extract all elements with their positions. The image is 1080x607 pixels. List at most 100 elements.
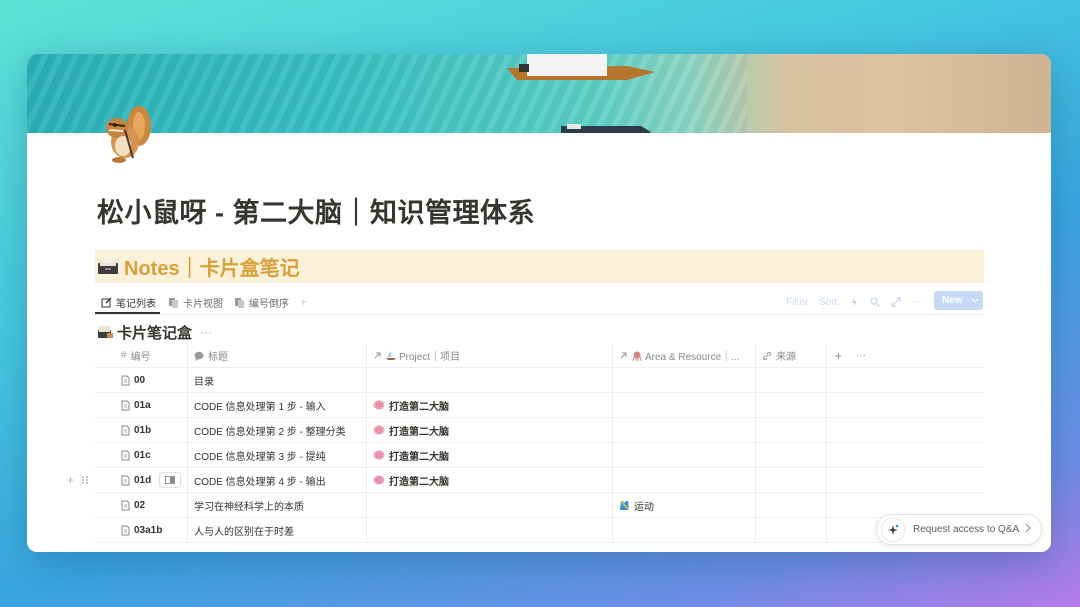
- side-peek-icon: [165, 476, 176, 484]
- row-number-cell[interactable]: 02: [117, 493, 188, 517]
- relation-arrow-icon: [374, 352, 381, 359]
- octopus-icon: [632, 351, 642, 361]
- project-tag[interactable]: 打造第二大脑: [373, 398, 449, 413]
- row-area-cell[interactable]: [613, 393, 756, 417]
- row-area-cell[interactable]: [613, 443, 756, 467]
- column-more-icon[interactable]: ···: [856, 350, 866, 361]
- row-project-cell[interactable]: 打造第二大脑: [367, 393, 613, 417]
- row-project-cell[interactable]: [367, 518, 613, 542]
- row-title-cell[interactable]: 学习在神经科学上的本质: [188, 493, 367, 517]
- callout-block[interactable]: Notes｜卡片盒笔记: [95, 250, 984, 283]
- page-icon: [121, 475, 130, 485]
- table-header: # 编号 标题 Project｜项目 Area & Resource｜... 来…: [95, 344, 984, 368]
- brain-icon: [373, 475, 385, 485]
- sailboat-icon: [386, 351, 396, 360]
- row-project-cell[interactable]: 打造第二大脑: [367, 418, 613, 442]
- new-button[interactable]: New: [934, 291, 983, 310]
- table-row[interactable]: 01a CODE 信息处理第 1 步 - 输入 打造第二大脑: [95, 393, 984, 418]
- table-row[interactable]: 00 目录: [95, 368, 984, 393]
- row-number-cell[interactable]: 01d: [117, 468, 188, 492]
- project-tag[interactable]: 打造第二大脑: [373, 448, 449, 463]
- row-number: 01c: [134, 449, 151, 461]
- chipmunk-icon[interactable]: [95, 104, 155, 164]
- column-label: 来源: [776, 352, 796, 363]
- table-row[interactable]: 02 学习在神经科学上的本质 运动: [95, 493, 984, 518]
- row-title-cell[interactable]: CODE 信息处理第 4 步 - 输出: [188, 468, 367, 492]
- add-row-icon[interactable]: +: [67, 473, 74, 487]
- column-header-source[interactable]: 来源: [756, 344, 827, 367]
- row-number-cell[interactable]: 01b: [117, 418, 188, 442]
- tab-label: 编号倒序: [249, 298, 289, 310]
- row-project-cell[interactable]: 打造第二大脑: [367, 443, 613, 467]
- tab-card-view[interactable]: 卡片视图: [168, 290, 223, 314]
- table-row-hovered[interactable]: + 01d CODE 信息处理第 4 步 - 输出 打造第二大脑: [67, 468, 984, 493]
- row-source-cell[interactable]: [756, 368, 827, 392]
- row-area-cell[interactable]: 运动: [613, 493, 756, 517]
- column-header-number[interactable]: # 编号: [117, 344, 188, 367]
- row-handle[interactable]: +: [67, 468, 89, 492]
- column-header-title[interactable]: 标题: [188, 344, 367, 367]
- row-number-cell[interactable]: 01c: [117, 443, 188, 467]
- row-area-cell[interactable]: [613, 518, 756, 542]
- row-source-cell[interactable]: [756, 493, 827, 517]
- row-source-cell[interactable]: [756, 443, 827, 467]
- area-tag-label: 运动: [634, 501, 654, 513]
- tab-note-list[interactable]: 笔记列表: [101, 290, 156, 314]
- row-title-cell[interactable]: 目录: [188, 368, 367, 392]
- search-icon[interactable]: [870, 290, 880, 314]
- tabs-divider: [95, 314, 984, 315]
- more-options-icon[interactable]: ···: [913, 290, 924, 314]
- project-tag[interactable]: 打造第二大脑: [373, 473, 449, 488]
- filter-button[interactable]: Filter: [786, 290, 808, 314]
- sparkle-icon: [881, 517, 905, 542]
- open-page-button[interactable]: [159, 472, 182, 488]
- page-cover-image[interactable]: [27, 54, 1051, 133]
- project-tag[interactable]: 打造第二大脑: [373, 423, 449, 438]
- column-header-project[interactable]: Project｜项目: [367, 344, 613, 367]
- row-source-cell[interactable]: [756, 518, 827, 542]
- row-title-cell[interactable]: CODE 信息处理第 2 步 - 整理分类: [188, 418, 367, 442]
- card-file-box-icon: [98, 258, 118, 274]
- link-icon: [762, 351, 772, 360]
- page-title[interactable]: 松小鼠呀 - 第二大脑｜知识管理体系: [97, 191, 535, 230]
- row-area-cell[interactable]: [613, 368, 756, 392]
- column-header-area[interactable]: Area & Resource｜...: [613, 344, 756, 367]
- row-area-cell[interactable]: [613, 468, 756, 492]
- row-project-cell[interactable]: [367, 368, 613, 392]
- table-row[interactable]: 03a1b 人与人的区别在于时差: [95, 518, 984, 543]
- row-number: 01d: [134, 474, 152, 486]
- row-number-cell[interactable]: 00: [117, 368, 188, 392]
- tab-label: 卡片视图: [183, 298, 223, 310]
- expand-icon[interactable]: [891, 290, 901, 314]
- row-source-cell[interactable]: [756, 468, 827, 492]
- row-title-cell[interactable]: 人与人的区别在于时差: [188, 518, 367, 542]
- sort-button[interactable]: Sort: [819, 290, 837, 314]
- automation-icon[interactable]: [849, 290, 859, 314]
- row-area-cell[interactable]: [613, 418, 756, 442]
- database-title[interactable]: 卡片笔记盒 ···: [97, 322, 212, 342]
- row-number-cell[interactable]: 03a1b: [117, 518, 188, 542]
- edit-icon: [101, 297, 112, 307]
- add-property-icon[interactable]: +: [835, 349, 842, 363]
- row-title-cell[interactable]: CODE 信息处理第 3 步 - 提纯: [188, 443, 367, 467]
- row-number: 01a: [134, 399, 151, 411]
- row-title-cell[interactable]: CODE 信息处理第 1 步 - 输入: [188, 393, 367, 417]
- row-project-cell[interactable]: 打造第二大脑: [367, 468, 613, 492]
- request-qa-button[interactable]: Request access to Q&A: [876, 514, 1042, 545]
- area-tag[interactable]: 运动: [619, 498, 654, 513]
- page-icon: [121, 525, 130, 535]
- drag-handle-icon[interactable]: [81, 475, 89, 485]
- table-row[interactable]: 01b CODE 信息处理第 2 步 - 整理分类 打造第二大脑: [95, 418, 984, 443]
- table-row[interactable]: 01c CODE 信息处理第 3 步 - 提纯 打造第二大脑: [95, 443, 984, 468]
- relation-arrow-icon: [620, 352, 627, 359]
- row-source-cell[interactable]: [756, 418, 827, 442]
- add-view-button[interactable]: +: [300, 290, 307, 314]
- row-project-cell[interactable]: [367, 493, 613, 517]
- row-source-cell[interactable]: [756, 393, 827, 417]
- column-label: 编号: [130, 352, 151, 363]
- database-more-icon[interactable]: ···: [200, 325, 212, 339]
- tab-number-desc[interactable]: 编号倒序: [234, 290, 289, 314]
- cards-icon: [235, 297, 244, 308]
- row-number-cell[interactable]: 01a: [117, 393, 188, 417]
- card-file-box-icon: [98, 326, 113, 338]
